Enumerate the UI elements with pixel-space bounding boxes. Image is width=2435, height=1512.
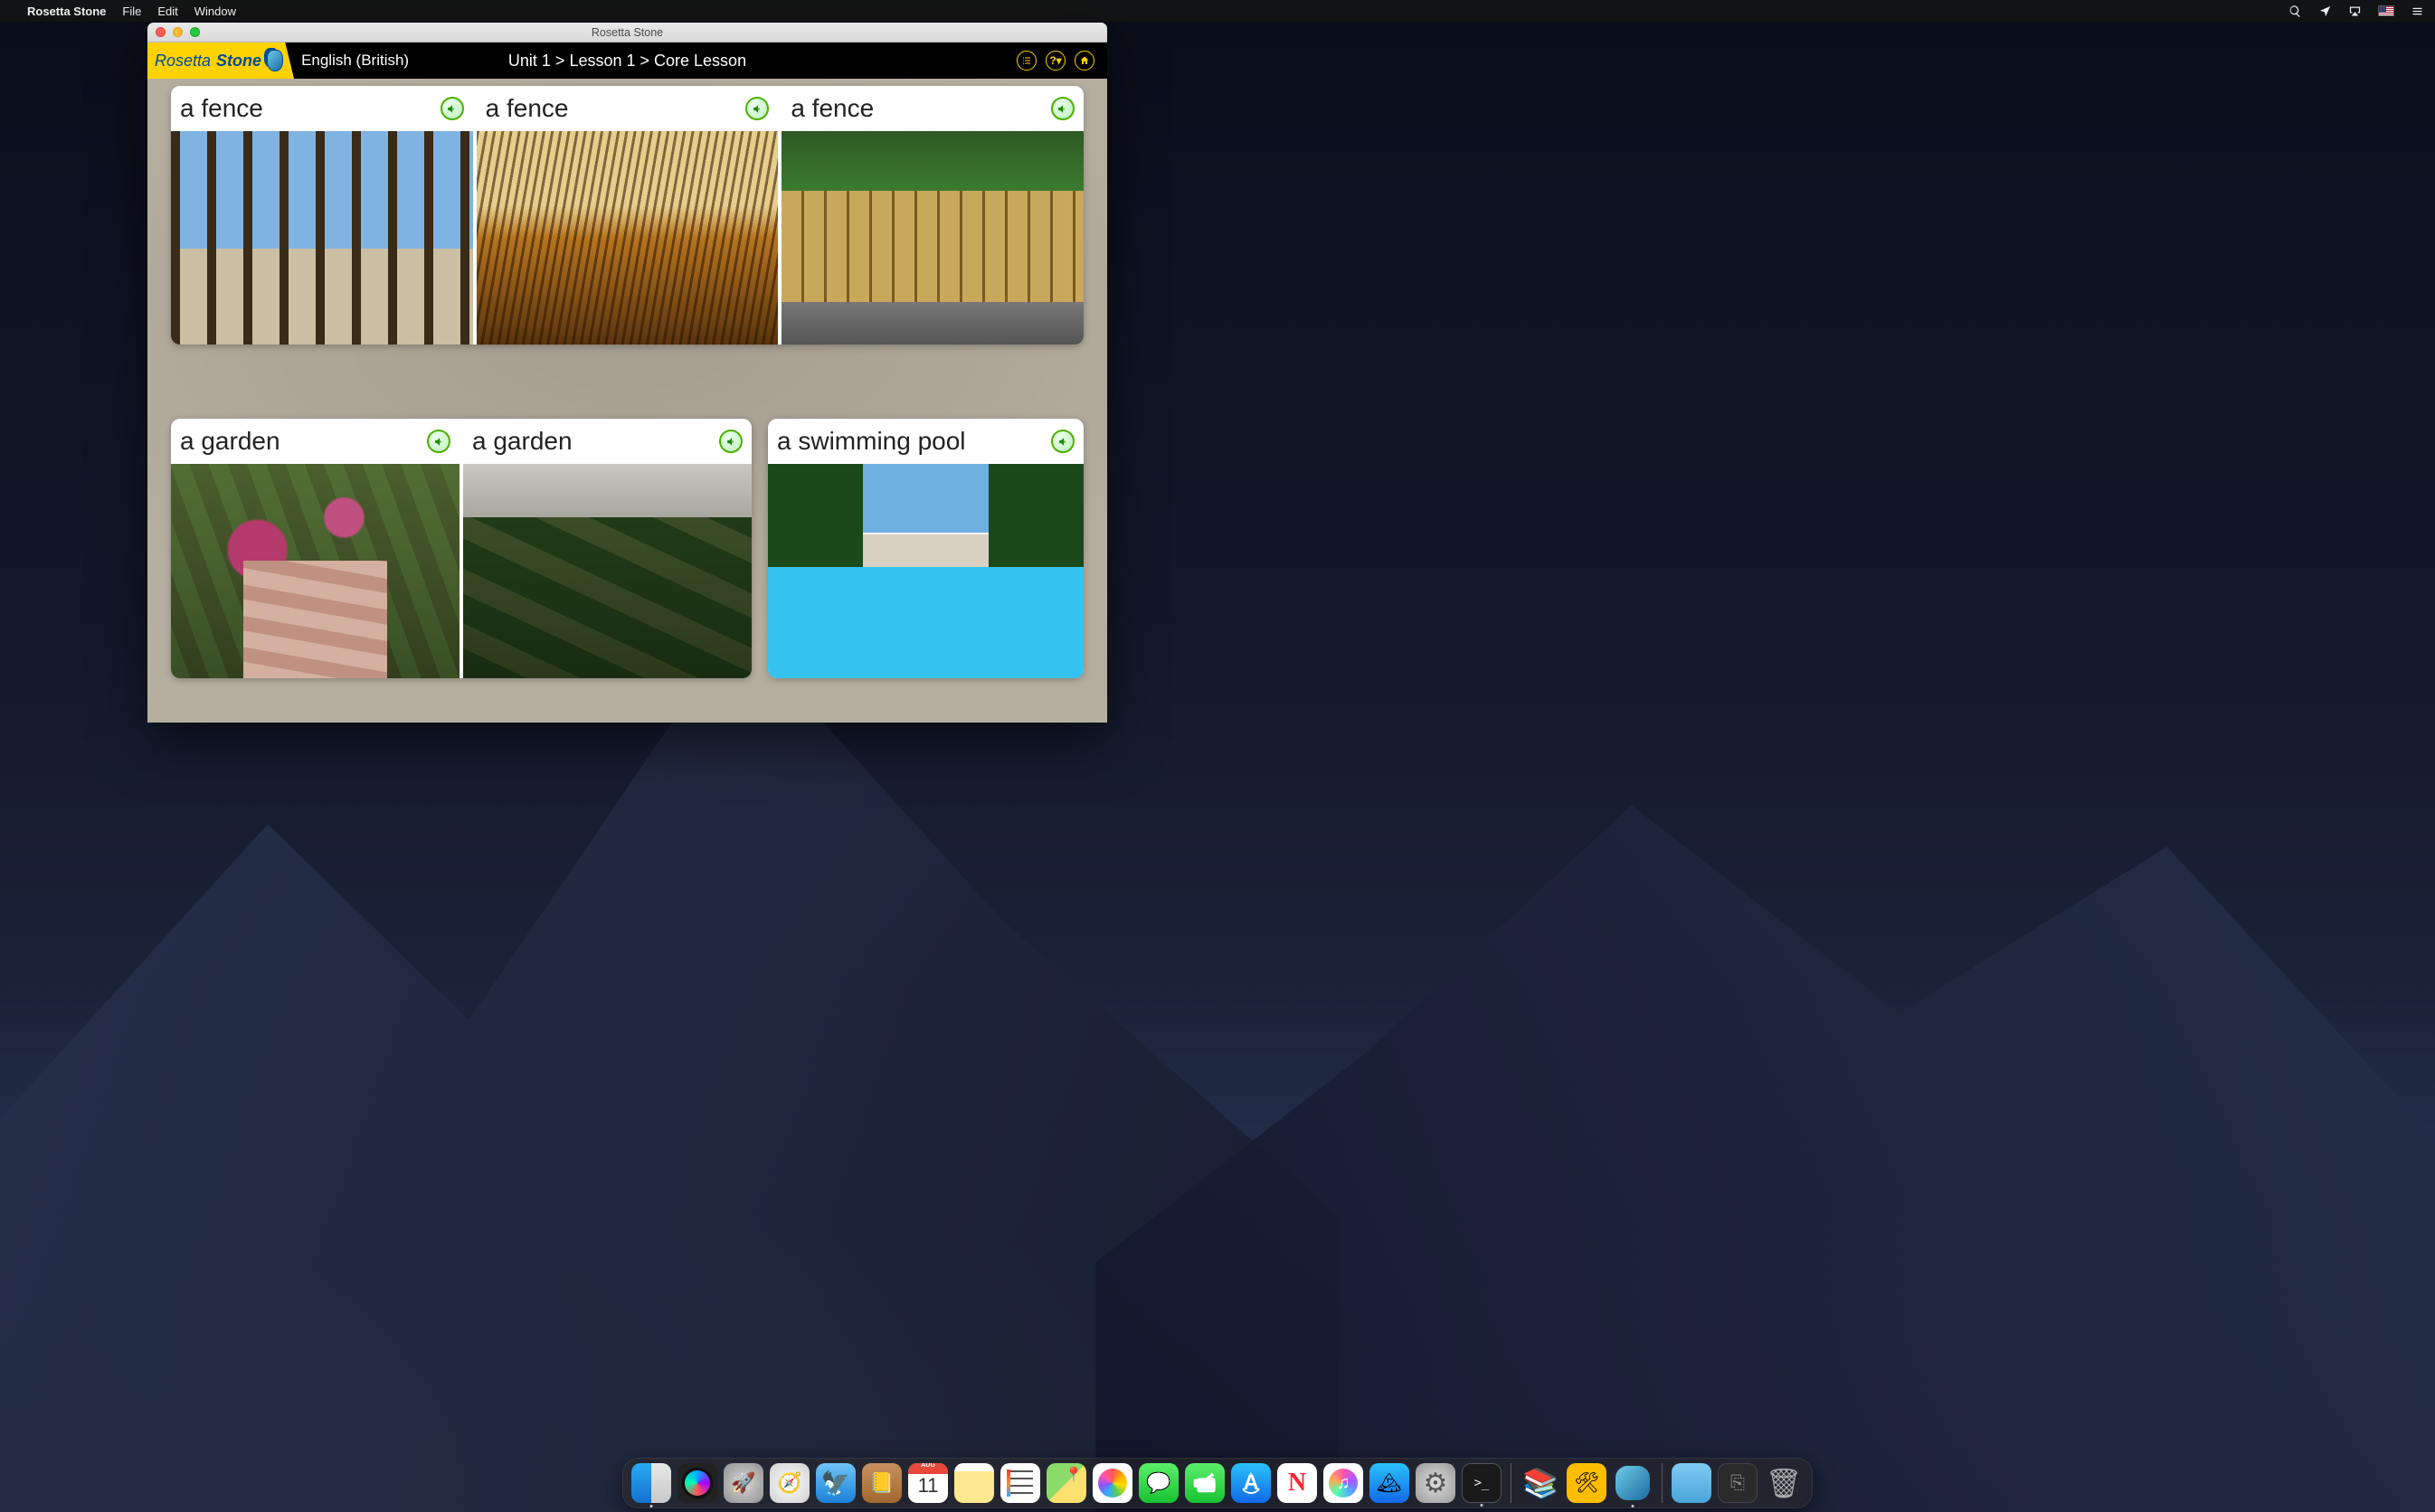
dock-app-rosetta-stone[interactable] [1613, 1463, 1653, 1503]
vocab-card[interactable]: a garden [463, 419, 752, 678]
menu-extras-icon[interactable] [2411, 5, 2424, 18]
dock-app-reminders[interactable] [1000, 1463, 1040, 1503]
logo-stone-icon [267, 50, 283, 71]
vocab-card[interactable]: a garden [171, 419, 460, 678]
card-group-pool: a swimming pool [768, 419, 1084, 678]
card-image-sand-fence [477, 131, 779, 345]
macos-menubar: Rosetta Stone File Edit Window [0, 0, 2435, 22]
menubar-app-name[interactable]: Rosetta Stone [27, 5, 106, 18]
dock-app-finder[interactable] [631, 1463, 671, 1503]
dock-app-dictionary[interactable] [1521, 1463, 1560, 1503]
zoom-button[interactable] [190, 27, 200, 37]
input-source-flag-icon[interactable] [2378, 5, 2394, 16]
vocab-label: a garden [472, 429, 573, 454]
macos-dock: AUG 11 [622, 1458, 1813, 1508]
dock-app-messages[interactable] [1139, 1463, 1179, 1503]
play-audio-icon[interactable] [427, 430, 450, 453]
dock-separator [1662, 1463, 1663, 1503]
lesson-workarea: a fence a fence a fence [147, 79, 1107, 723]
menubar-item-edit[interactable]: Edit [157, 5, 177, 18]
dock-app-system-preferences[interactable] [1416, 1463, 1455, 1503]
dock-app-news[interactable] [1277, 1463, 1317, 1503]
spotlight-icon[interactable] [2288, 5, 2302, 18]
card-image-iron-fence [171, 131, 473, 345]
dock-app-itunes[interactable] [1323, 1463, 1363, 1503]
vocab-label: a fence [486, 96, 569, 121]
card-image-formal-garden [463, 464, 752, 678]
dock-app-facetime[interactable] [1185, 1463, 1225, 1503]
app-header: Rosetta Stone English (British) Unit 1 > … [147, 43, 1107, 79]
dock-app-siri[interactable] [677, 1463, 717, 1503]
dock-stack[interactable] [1718, 1463, 1758, 1503]
close-button[interactable] [156, 27, 166, 37]
card-image-flower-garden [171, 464, 460, 678]
dock-app-contacts[interactable] [862, 1463, 902, 1503]
vocab-label: a fence [791, 96, 874, 121]
vocab-label: a swimming pool [777, 429, 966, 454]
logo-word-1: Rosetta [155, 52, 211, 71]
dock-app-photos[interactable] [1093, 1463, 1132, 1503]
logo-word-2: Stone [216, 52, 261, 71]
lesson-list-icon[interactable] [1017, 51, 1037, 71]
dock-app-launchpad[interactable] [724, 1463, 763, 1503]
minimize-button[interactable] [173, 27, 183, 37]
dock-app-appstore[interactable] [1231, 1463, 1271, 1503]
dock-app-mail[interactable] [816, 1463, 856, 1503]
calendar-day: 11 [908, 1474, 948, 1498]
window-title: Rosetta Stone [592, 26, 663, 39]
home-icon[interactable] [1075, 51, 1094, 71]
play-audio-icon[interactable] [745, 97, 769, 120]
vocab-card[interactable]: a swimming pool [768, 419, 1084, 678]
dock-app-forklift[interactable] [1567, 1463, 1606, 1503]
vocab-label: a fence [180, 96, 263, 121]
dock-app-maps[interactable] [1047, 1463, 1086, 1503]
location-icon[interactable] [2318, 5, 2332, 18]
dock-app-other[interactable] [1369, 1463, 1409, 1503]
card-group-top: a fence a fence a fence [171, 86, 1084, 345]
dock-app-safari[interactable] [770, 1463, 810, 1503]
play-audio-icon[interactable] [719, 430, 743, 453]
card-image-swimming-pool [768, 464, 1084, 678]
card-group-garden: a garden a garden [171, 419, 752, 678]
vocab-card[interactable]: a fence [171, 86, 473, 345]
app-window: Rosetta Stone Rosetta Stone English (Brit… [147, 23, 1107, 723]
dock-app-notes[interactable] [954, 1463, 994, 1503]
calendar-month: AUG [908, 1463, 948, 1469]
dock-folder-downloads[interactable] [1672, 1463, 1711, 1503]
play-audio-icon[interactable] [441, 97, 464, 120]
menubar-item-file[interactable]: File [122, 5, 141, 18]
play-audio-icon[interactable] [1051, 97, 1075, 120]
vocab-card[interactable]: a fence [782, 86, 1084, 345]
vocab-label: a garden [180, 429, 280, 454]
menubar-item-window[interactable]: Window [194, 5, 236, 18]
dock-app-terminal[interactable] [1462, 1463, 1502, 1503]
window-titlebar[interactable]: Rosetta Stone [147, 23, 1107, 43]
dock-app-calendar[interactable]: AUG 11 [908, 1463, 948, 1503]
lesson-breadcrumb: Unit 1 > Lesson 1 > Core Lesson [508, 52, 746, 71]
traffic-lights [156, 27, 200, 37]
course-language-label: English (British) [301, 52, 409, 70]
help-icon[interactable]: ?▾ [1046, 51, 1066, 71]
airplay-icon[interactable] [2348, 5, 2362, 18]
dock-trash[interactable] [1764, 1463, 1804, 1503]
rosetta-stone-logo[interactable]: Rosetta Stone [147, 43, 294, 79]
play-audio-icon[interactable] [1051, 430, 1075, 453]
vocab-card[interactable]: a fence [477, 86, 779, 345]
card-image-bamboo-fence [782, 131, 1084, 345]
